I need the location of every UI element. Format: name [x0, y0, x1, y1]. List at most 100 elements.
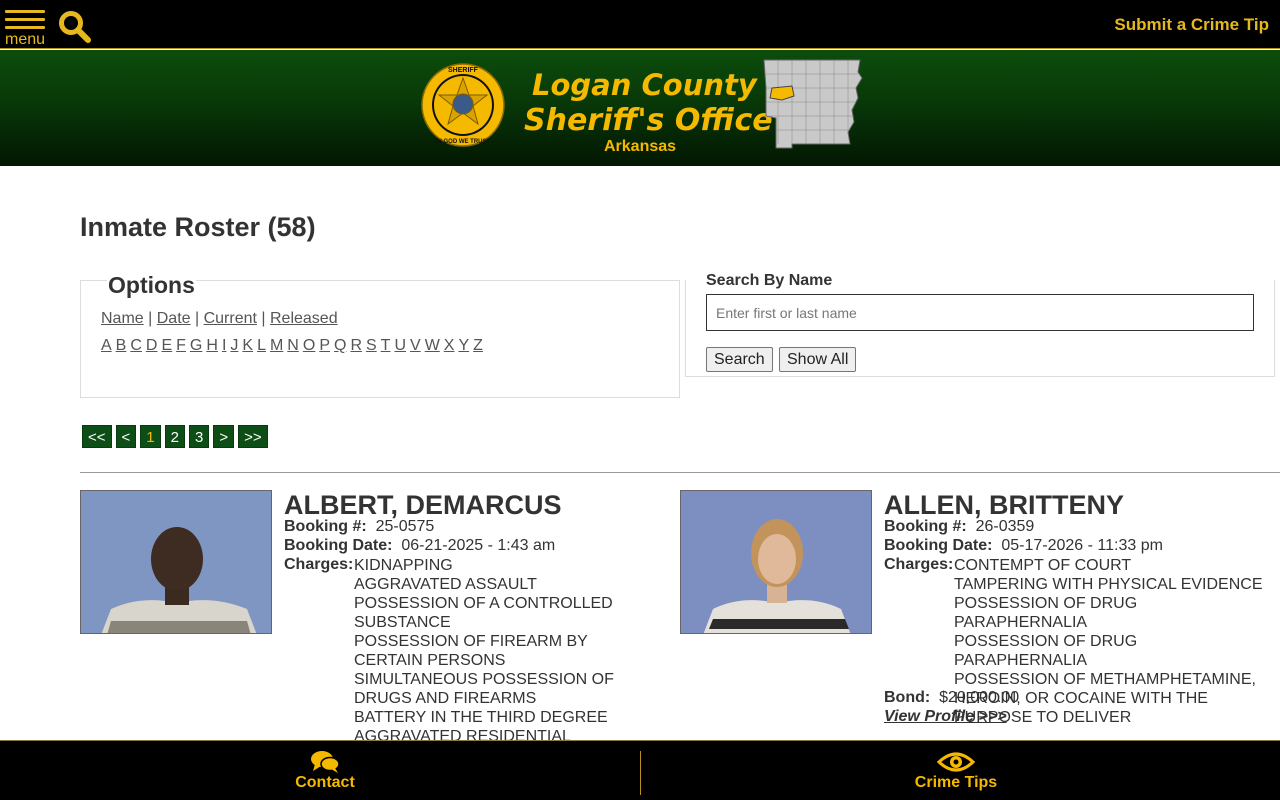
hamburger-icon-bar: [5, 26, 45, 29]
letter-filter-c[interactable]: C: [130, 337, 142, 354]
letter-filter-g[interactable]: G: [190, 337, 202, 354]
letter-filter-a[interactable]: A: [101, 337, 112, 354]
booking-number-value: 25-0575: [375, 518, 435, 535]
bond-label: Bond:: [884, 689, 931, 706]
search-panel: Search By Name Search Show All: [685, 272, 1275, 377]
contact-button[interactable]: Contact: [5, 741, 645, 800]
last-page-button[interactable]: >>: [238, 425, 268, 448]
booking-number-label: Booking #:: [884, 518, 967, 535]
booking-date-value: 05-17-2026 - 11:33 pm: [1001, 537, 1163, 554]
crime-tips-button[interactable]: Crime Tips: [636, 741, 1276, 800]
letter-filter-y[interactable]: Y: [458, 337, 469, 354]
letter-filter-f[interactable]: F: [176, 337, 186, 354]
mugshot-image: [81, 491, 271, 633]
search-icon[interactable]: [58, 10, 92, 44]
booking-number: Booking #: 25-0575: [284, 518, 434, 536]
page-1-button[interactable]: 1: [140, 425, 161, 448]
charge-item: POSSESSION OF FIREARM BY CERTAIN PERSONS: [354, 633, 588, 669]
bond: Bond: $20,000.00: [884, 689, 1019, 707]
submit-crime-tip-link[interactable]: Submit a Crime Tip: [1114, 15, 1269, 35]
booking-number-label: Booking #:: [284, 518, 367, 535]
page-2-button[interactable]: 2: [164, 425, 185, 448]
letter-filter-m[interactable]: M: [270, 337, 283, 354]
crime-tips-label: Crime Tips: [914, 774, 998, 791]
prev-page-button[interactable]: <: [115, 425, 137, 448]
show-all-button[interactable]: Show All: [779, 347, 857, 372]
letter-filter-r[interactable]: R: [350, 337, 362, 354]
menu-button[interactable]: menu: [5, 10, 47, 48]
search-label: Search By Name: [706, 272, 833, 289]
first-page-button[interactable]: <<: [82, 425, 112, 448]
contact-label: Contact: [295, 774, 355, 791]
letter-filter-d[interactable]: D: [146, 337, 158, 354]
booking-date-label: Booking Date:: [284, 537, 393, 554]
hamburger-icon: [5, 10, 45, 13]
page-3-button[interactable]: 3: [188, 425, 210, 448]
chat-bubbles-icon: [311, 751, 340, 773]
letter-filter-v[interactable]: V: [410, 337, 421, 354]
booking-number: Booking #: 26-0359: [884, 518, 1034, 536]
sort-by-name-link[interactable]: Name: [101, 310, 144, 327]
site-title-line2: Sheriff's Office: [524, 103, 773, 138]
charges-label: Charges:: [884, 556, 954, 573]
letter-filter-i[interactable]: I: [222, 337, 226, 354]
mugshot-image: [681, 491, 871, 633]
charge-item: KIDNAPPING: [354, 557, 453, 574]
bottom-bar: Contact Crime Tips: [0, 740, 1280, 800]
letter-filter-e[interactable]: E: [161, 337, 172, 354]
site-title-line1: Logan County: [532, 68, 757, 102]
charge-item: POSSESSION OF A CONTROLLED SUBSTANCE: [354, 595, 613, 631]
eye-icon: [937, 752, 975, 772]
letter-filter-u[interactable]: U: [394, 337, 406, 354]
charges-label: Charges:: [284, 556, 354, 573]
inmate-name: ALBERT, DEMARCUS: [284, 490, 562, 520]
inmate-photo[interactable]: [80, 490, 272, 634]
booking-date-value: 06-21-2025 - 1:43 am: [401, 537, 556, 554]
next-page-button[interactable]: >: [213, 425, 235, 448]
sheriff-badge-logo[interactable]: SHERIFF IN GOD WE TRUST: [420, 62, 506, 148]
charge-item: POSSESSION OF DRUG PARAPHERNALIA: [954, 595, 1138, 631]
letter-filter-k[interactable]: K: [242, 337, 253, 354]
charges-list: KIDNAPPING AGGRAVATED ASSAULT POSSESSION…: [354, 556, 654, 765]
badge-top-text: SHERIFF: [448, 67, 479, 74]
charge-item: BATTERY IN THE THIRD DEGREE: [354, 709, 608, 726]
filter-current-link[interactable]: Current: [204, 310, 257, 327]
letter-filter-z[interactable]: Z: [473, 337, 483, 354]
options-panel: Options Name | Date | Current | Released…: [80, 272, 680, 398]
charge-item: POSSESSION OF DRUG PARAPHERNALIA: [954, 633, 1138, 669]
options-title: Options: [107, 272, 196, 299]
sort-by-date-link[interactable]: Date: [157, 310, 191, 327]
charge-item: AGGRAVATED ASSAULT: [354, 576, 537, 593]
search-input[interactable]: [706, 294, 1254, 331]
letter-filter-s[interactable]: S: [366, 337, 377, 354]
hamburger-icon-bar: [5, 18, 45, 21]
sort-links: Name | Date | Current | Released: [101, 310, 338, 327]
inmate-photo[interactable]: [680, 490, 872, 634]
menu-label: menu: [5, 31, 46, 48]
inmate-name: ALLEN, BRITTENY: [884, 490, 1124, 520]
letter-filter-l[interactable]: L: [257, 337, 266, 354]
filter-released-link[interactable]: Released: [270, 310, 338, 327]
bond-value: $20,000.00: [939, 689, 1020, 706]
letter-filter-h[interactable]: H: [206, 337, 218, 354]
letter-filter-q[interactable]: Q: [334, 337, 346, 354]
letter-filter-j[interactable]: J: [230, 337, 238, 354]
letter-filter-x[interactable]: X: [444, 337, 455, 354]
badge-bottom-text: IN GOD WE TRUST: [436, 139, 491, 145]
letter-filter-p[interactable]: P: [319, 337, 330, 354]
page-title: Inmate Roster (58): [80, 212, 316, 242]
booking-date: Booking Date: 06-21-2025 - 1:43 am: [284, 537, 555, 555]
letter-filter-b[interactable]: B: [116, 337, 127, 354]
search-button[interactable]: Search: [706, 347, 773, 372]
view-profile-link[interactable]: View Profile >>>: [884, 708, 1007, 726]
booking-date: Booking Date: 05-17-2026 - 11:33 pm: [884, 537, 1163, 555]
letter-filter-n[interactable]: N: [287, 337, 299, 354]
letter-filter-o[interactable]: O: [303, 337, 315, 354]
charge-item: CONTEMPT OF COURT: [954, 557, 1132, 574]
letter-filter-w[interactable]: W: [425, 337, 440, 354]
state-label: Arkansas: [604, 138, 677, 155]
divider: [80, 472, 1280, 473]
alphabet-filter: ABCDEFGHIJKLMNOPQRSTUVWXYZ: [101, 337, 487, 355]
letter-filter-t[interactable]: T: [381, 337, 391, 354]
pagination: << < 1 2 3 > >>: [82, 425, 268, 448]
